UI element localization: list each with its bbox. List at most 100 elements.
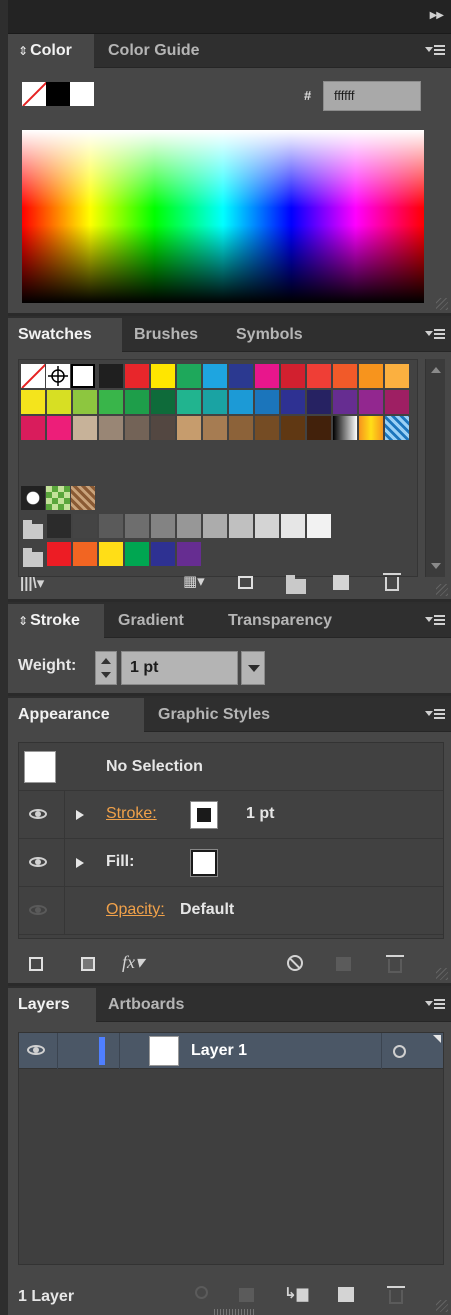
tab-swatches[interactable]: Swatches <box>8 318 122 352</box>
color-swatch[interactable] <box>229 364 253 388</box>
new-color-group-icon[interactable] <box>286 575 306 594</box>
stroke-row[interactable]: Stroke: 1 pt <box>19 791 443 839</box>
color-group-swatch[interactable] <box>125 542 149 566</box>
color-swatch[interactable] <box>385 364 409 388</box>
black-color-swatch[interactable] <box>46 82 70 106</box>
color-group-swatch[interactable] <box>177 542 201 566</box>
color-swatch[interactable] <box>177 416 201 440</box>
color-swatch[interactable] <box>229 390 253 414</box>
gradient-swatch[interactable] <box>385 416 409 440</box>
white-swatch[interactable] <box>71 364 95 388</box>
gray-swatch[interactable] <box>73 514 97 538</box>
gray-swatch[interactable] <box>99 514 123 538</box>
color-swatch[interactable] <box>203 390 227 414</box>
tab-stroke[interactable]: ⇕ Stroke <box>8 604 104 638</box>
color-swatch[interactable] <box>151 390 175 414</box>
tab-brushes[interactable]: Brushes <box>124 318 208 352</box>
stroke-link[interactable]: Stroke: <box>106 805 157 823</box>
color-swatch[interactable] <box>125 364 149 388</box>
resize-grip-icon[interactable] <box>436 584 448 596</box>
tab-layers[interactable]: Layers <box>8 988 96 1022</box>
swatch-libraries-icon[interactable]: |||\▾ <box>20 574 44 592</box>
panel-menu-icon[interactable] <box>425 706 447 722</box>
color-swatch[interactable] <box>359 390 383 414</box>
none-swatch[interactable] <box>21 364 45 388</box>
fill-row[interactable]: Fill: <box>19 839 443 887</box>
color-swatch[interactable] <box>255 416 279 440</box>
dock-resize-handle[interactable] <box>214 1309 254 1315</box>
weight-input[interactable]: 1 pt <box>121 651 238 685</box>
color-swatch[interactable] <box>21 416 45 440</box>
collapse-panels-icon[interactable]: ▶▶ <box>430 10 444 21</box>
gray-swatch[interactable] <box>177 514 201 538</box>
resize-grip-icon[interactable] <box>436 298 448 310</box>
eye-icon[interactable] <box>29 857 47 867</box>
color-swatch[interactable] <box>281 390 305 414</box>
gray-swatch[interactable] <box>47 514 71 538</box>
color-swatch[interactable] <box>359 364 383 388</box>
eye-icon[interactable] <box>29 809 47 819</box>
color-swatch[interactable] <box>177 390 201 414</box>
layer-row[interactable]: Layer 1 <box>19 1033 443 1069</box>
color-group-swatch[interactable] <box>151 542 175 566</box>
opacity-row[interactable]: Opacity: Default <box>19 887 443 935</box>
gray-swatch[interactable] <box>125 514 149 538</box>
layer-name[interactable]: Layer 1 <box>191 1042 247 1060</box>
color-swatch[interactable] <box>47 416 71 440</box>
new-swatch-icon[interactable] <box>333 575 349 590</box>
gray-swatch[interactable] <box>281 514 305 538</box>
resize-grip-icon[interactable] <box>436 968 448 980</box>
color-swatch[interactable] <box>281 364 305 388</box>
gray-swatch[interactable] <box>255 514 279 538</box>
color-swatch[interactable] <box>99 364 123 388</box>
panel-menu-icon[interactable] <box>425 326 447 342</box>
weight-stepper[interactable] <box>95 651 117 685</box>
color-swatch[interactable] <box>125 390 149 414</box>
color-swatch[interactable] <box>281 416 305 440</box>
add-effect-icon[interactable]: fx▾ <box>122 952 144 973</box>
tab-artboards[interactable]: Artboards <box>98 988 194 1022</box>
new-layer-icon[interactable] <box>338 1287 354 1302</box>
color-spectrum[interactable] <box>22 130 424 303</box>
add-new-fill-icon[interactable] <box>81 957 95 971</box>
color-swatch[interactable] <box>333 364 357 388</box>
color-swatch[interactable] <box>307 416 331 440</box>
color-swatch[interactable] <box>151 416 175 440</box>
registration-swatch[interactable] <box>46 364 70 388</box>
color-swatch[interactable] <box>203 364 227 388</box>
color-swatch[interactable] <box>307 390 331 414</box>
pattern-swatch-texture[interactable] <box>71 486 95 510</box>
color-swatch[interactable] <box>99 390 123 414</box>
weight-dropdown-button[interactable] <box>241 651 265 685</box>
trash-icon[interactable] <box>383 573 401 591</box>
color-swatch[interactable] <box>229 416 253 440</box>
hex-color-input[interactable]: ffffff <box>323 81 421 111</box>
color-group-swatch[interactable] <box>47 542 71 566</box>
gray-swatch[interactable] <box>151 514 175 538</box>
color-swatch[interactable] <box>47 390 71 414</box>
fill-color-chip[interactable] <box>190 849 218 877</box>
add-new-stroke-icon[interactable] <box>29 957 43 971</box>
layer-target-icon[interactable] <box>393 1045 406 1058</box>
color-swatch[interactable] <box>203 416 227 440</box>
color-swatch[interactable] <box>151 364 175 388</box>
panel-menu-icon[interactable] <box>425 42 447 58</box>
panel-menu-icon[interactable] <box>425 612 447 628</box>
color-swatch[interactable] <box>99 416 123 440</box>
gray-swatch[interactable] <box>229 514 253 538</box>
tab-graphic-styles[interactable]: Graphic Styles <box>148 698 280 732</box>
color-swatch[interactable] <box>333 390 357 414</box>
gradient-swatch[interactable] <box>359 416 383 440</box>
show-kinds-icon[interactable]: ▦▾ <box>183 572 205 590</box>
create-sublayer-icon[interactable]: ↳▆ <box>284 1284 308 1302</box>
white-color-swatch[interactable] <box>70 82 94 106</box>
color-swatch[interactable] <box>307 364 331 388</box>
color-group-swatch[interactable] <box>99 542 123 566</box>
stroke-color-chip[interactable] <box>190 801 218 829</box>
none-color-swatch[interactable] <box>22 82 46 106</box>
gray-swatch[interactable] <box>307 514 331 538</box>
tab-appearance[interactable]: Appearance <box>8 698 144 732</box>
color-swatch[interactable] <box>73 390 97 414</box>
clear-appearance-icon[interactable] <box>287 955 303 971</box>
color-swatch[interactable] <box>73 416 97 440</box>
